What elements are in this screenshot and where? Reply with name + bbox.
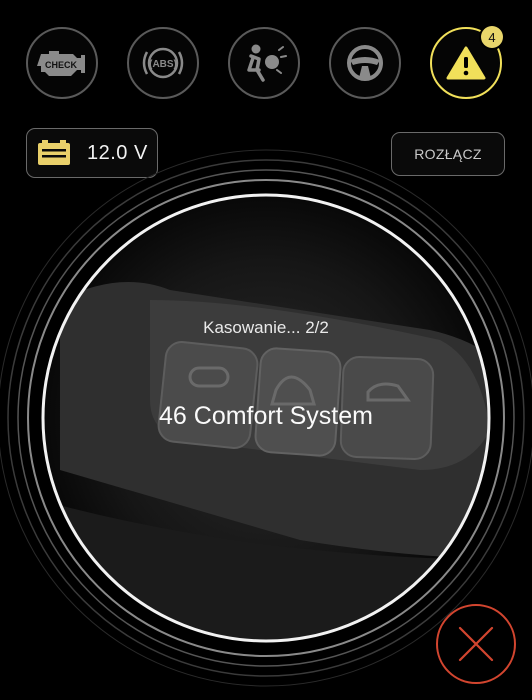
battery-icon xyxy=(38,140,70,165)
module-name: 46 Comfort System xyxy=(159,402,373,430)
voltage-value: 12.0 V xyxy=(87,141,148,164)
warnings-button[interactable]: 4 xyxy=(430,26,503,99)
abs-icon: (ABS) xyxy=(142,47,184,79)
airbag-icon xyxy=(247,44,287,82)
car-key-photo xyxy=(43,282,489,641)
close-icon xyxy=(458,626,494,662)
top-toolbar: CHECK (ABS) 4 xyxy=(0,0,532,120)
check-engine-button[interactable]: CHECK xyxy=(26,27,98,99)
svg-text:CHECK: CHECK xyxy=(45,60,78,70)
steering-wheel-icon xyxy=(347,45,383,81)
abs-button[interactable]: (ABS) xyxy=(127,27,199,99)
battery-voltage-indicator: 12.0 V xyxy=(26,128,158,178)
airbag-button[interactable] xyxy=(228,27,300,99)
warning-count-badge: 4 xyxy=(481,26,503,48)
warning-icon xyxy=(446,46,486,80)
steering-button[interactable] xyxy=(329,27,401,99)
cancel-button[interactable] xyxy=(436,604,516,684)
disconnect-button[interactable]: ROZŁĄCZ xyxy=(391,132,505,176)
erase-progress-text: Kasowanie... 2/2 xyxy=(203,318,329,337)
svg-text:(ABS): (ABS) xyxy=(149,59,177,70)
check-engine-icon: CHECK xyxy=(37,51,85,76)
